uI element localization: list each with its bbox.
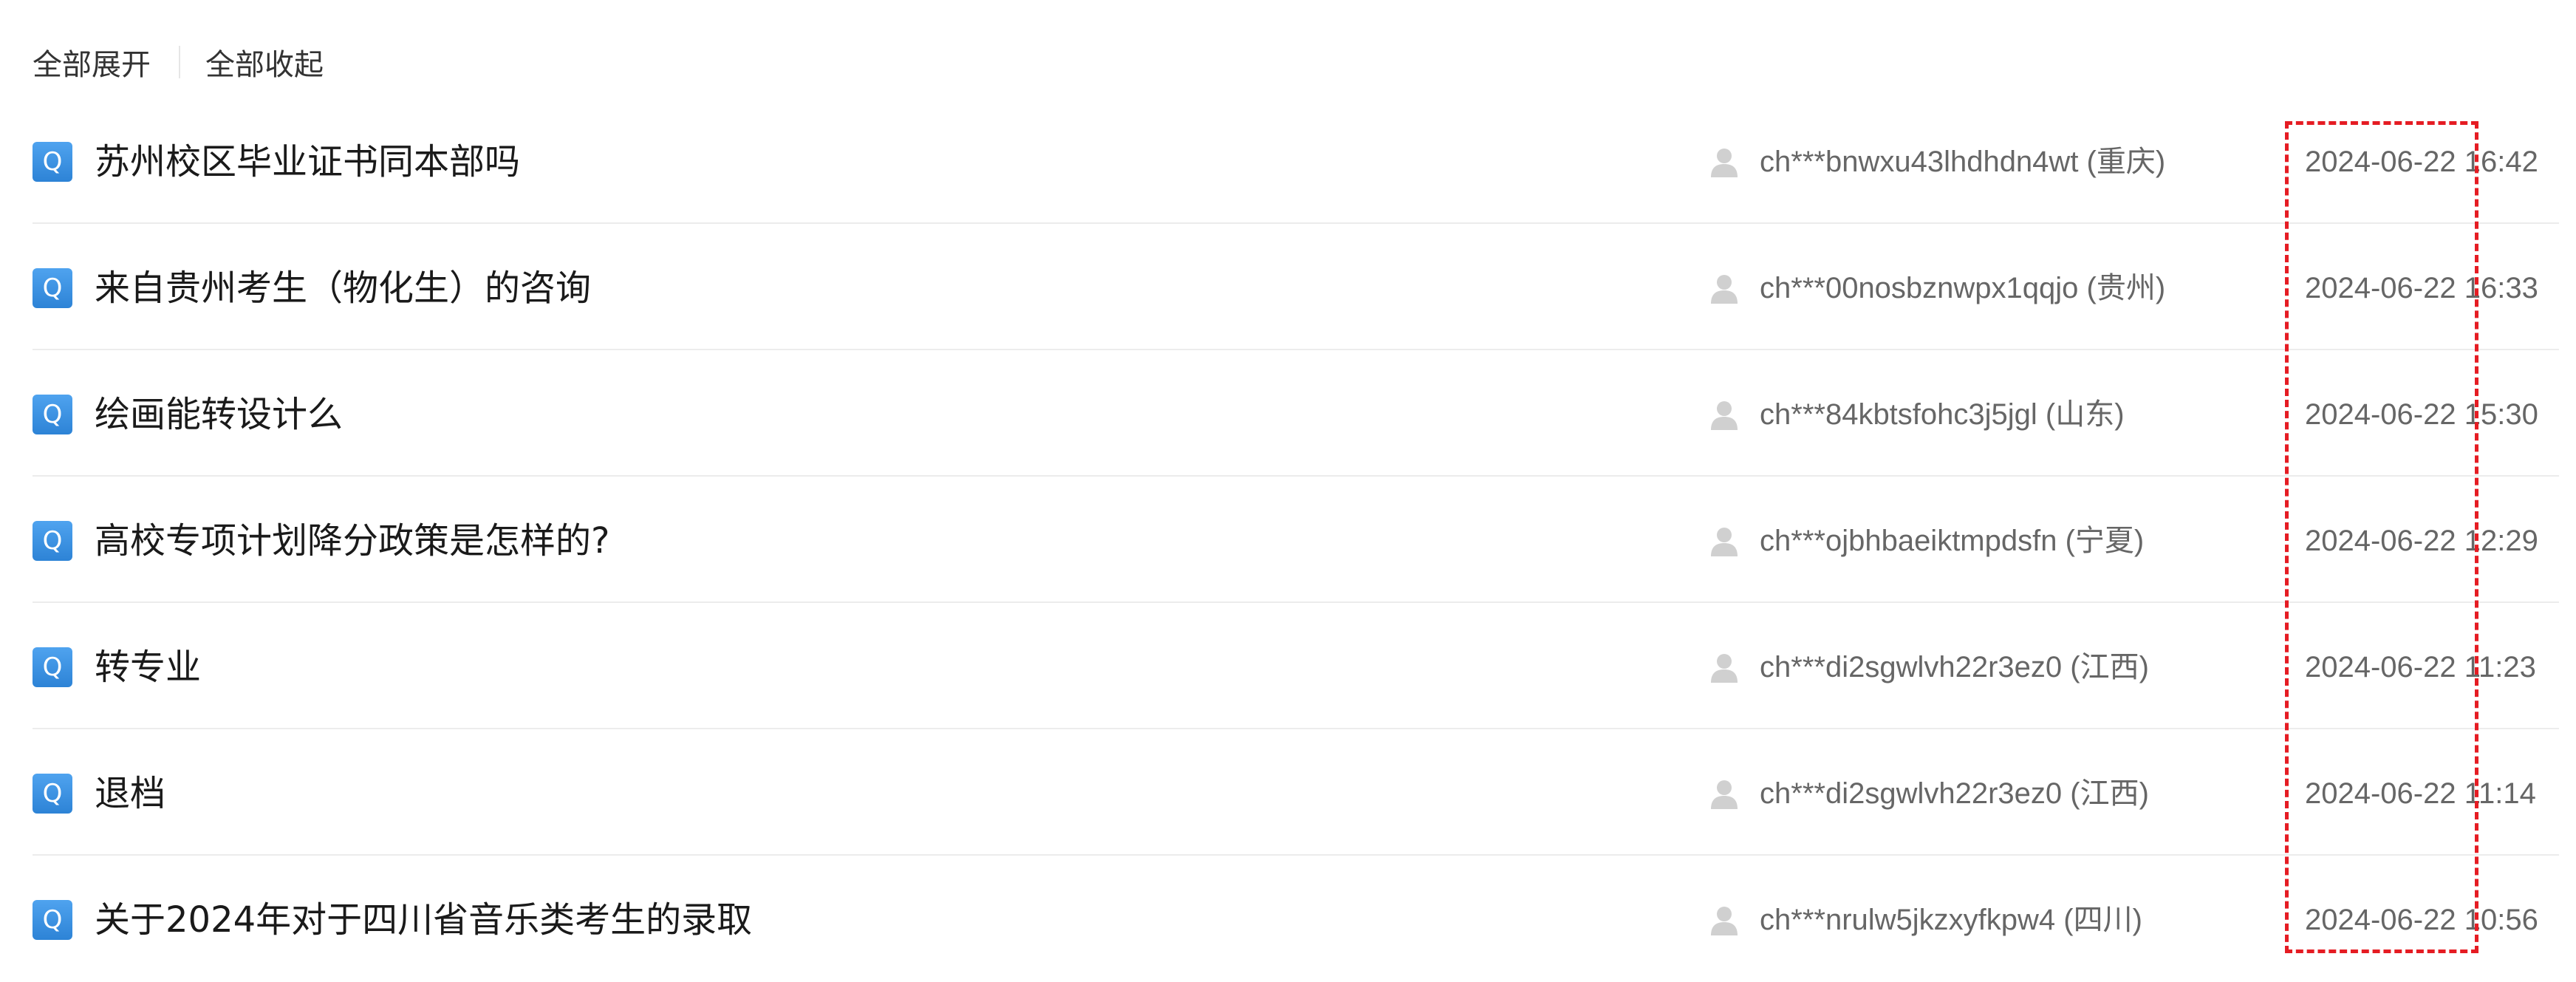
user-icon [1711, 401, 1738, 430]
user-icon [1711, 275, 1738, 304]
asker-name: ch***di2sgwlvh22r3ez0 (江西) [1760, 777, 2149, 810]
question-row[interactable]: Q 苏州校区毕业证书同本部吗 ch***bnwxu43lhdhdn4wt (重庆… [33, 98, 2559, 224]
question-badge: Q [33, 900, 72, 940]
question-title[interactable]: 关于2024年对于四川省音乐类考生的录取 [95, 894, 752, 946]
question-badge: Q [33, 521, 72, 561]
asker-name: ch***ojbhbaeiktmpdsfn (宁夏) [1760, 525, 2145, 557]
asker-name: ch***84kbtsfohc3j5jgl (山东) [1760, 398, 2125, 431]
question-badge: Q [33, 647, 72, 687]
asker-name: ch***00nosbznwpx1qqjo (贵州) [1760, 272, 2166, 304]
question-time: 2024-06-22 12:29 [2305, 525, 2538, 557]
question-row[interactable]: Q 退档 ch***di2sgwlvh22r3ez0 (江西) 2024-06-… [33, 729, 2559, 856]
question-badge: Q [33, 774, 72, 814]
asker-name: ch***nrulw5jkzxyfkpw4 (四川) [1760, 904, 2142, 936]
user-icon [1711, 780, 1738, 809]
question-title[interactable]: 转专业 [95, 641, 201, 693]
question-row[interactable]: Q 关于2024年对于四川省音乐类考生的录取 ch***nrulw5jkzxyf… [33, 856, 2559, 982]
question-row[interactable]: Q 高校专项计划降分政策是怎样的? ch***ojbhbaeiktmpdsfn … [33, 477, 2559, 603]
question-title[interactable]: 高校专项计划降分政策是怎样的? [95, 515, 609, 567]
user-icon [1711, 907, 1738, 935]
question-time: 2024-06-22 16:42 [2305, 146, 2538, 178]
question-title[interactable]: 绘画能转设计么 [95, 389, 343, 440]
question-row[interactable]: Q 绘画能转设计么 ch***84kbtsfohc3j5jgl (山东) 202… [33, 350, 2559, 477]
question-time: 2024-06-22 11:14 [2305, 777, 2536, 810]
toolbar: 全部展开 全部收起 [33, 40, 324, 84]
user-icon [1711, 654, 1738, 683]
question-title[interactable]: 苏州校区毕业证书同本部吗 [95, 136, 520, 188]
question-time: 2024-06-22 16:33 [2305, 272, 2538, 304]
question-time: 2024-06-22 11:23 [2305, 651, 2536, 683]
question-badge: Q [33, 395, 72, 434]
toolbar-divider [179, 46, 180, 78]
question-time: 2024-06-22 10:56 [2305, 904, 2538, 936]
user-icon [1711, 149, 1738, 177]
asker-name: ch***di2sgwlvh22r3ez0 (江西) [1760, 651, 2149, 683]
collapse-all-link[interactable]: 全部收起 [205, 41, 324, 83]
question-time: 2024-06-22 15:30 [2305, 398, 2538, 431]
question-row[interactable]: Q 转专业 ch***di2sgwlvh22r3ez0 (江西) 2024-06… [33, 603, 2559, 729]
expand-all-link[interactable]: 全部展开 [33, 41, 151, 83]
question-list: Q 苏州校区毕业证书同本部吗 ch***bnwxu43lhdhdn4wt (重庆… [33, 98, 2559, 982]
question-title[interactable]: 退档 [95, 768, 165, 819]
question-title[interactable]: 来自贵州考生（物化生）的咨询 [95, 262, 591, 314]
question-badge: Q [33, 142, 72, 182]
question-row[interactable]: Q 来自贵州考生（物化生）的咨询 ch***00nosbznwpx1qqjo (… [33, 224, 2559, 350]
user-icon [1711, 528, 1738, 556]
asker-name: ch***bnwxu43lhdhdn4wt (重庆) [1760, 146, 2166, 178]
question-badge: Q [33, 268, 72, 308]
